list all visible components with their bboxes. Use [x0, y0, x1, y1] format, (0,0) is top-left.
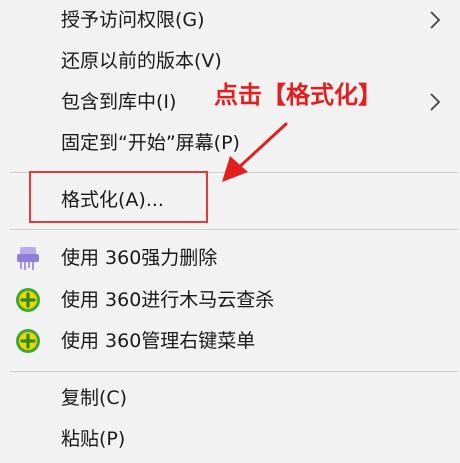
menu-item-label: 粘贴(P): [61, 428, 126, 450]
menu-item-label: 复制(C): [61, 387, 128, 409]
annotation-arrow-icon: [214, 118, 294, 188]
menu-item-360-force-delete[interactable]: 使用 360强力删除: [0, 238, 460, 278]
menu-separator: [10, 371, 458, 372]
menu-item-copy[interactable]: 复制(C): [0, 378, 460, 418]
menu-separator: [10, 229, 458, 230]
chevron-right-icon: [428, 8, 442, 32]
menu-item-grant-access[interactable]: 授予访问权限(G): [0, 0, 460, 40]
menu-item-restore-previous-versions[interactable]: 还原以前的版本(V): [0, 41, 460, 81]
menu-item-360-trojan-scan[interactable]: 使用 360进行木马云查杀: [0, 280, 460, 320]
menu-item-label: 使用 360强力删除: [61, 247, 218, 269]
menu-item-paste[interactable]: 粘贴(P): [0, 419, 460, 459]
360-plus-icon: [14, 286, 42, 314]
menu-item-label: 还原以前的版本(V): [61, 50, 222, 72]
context-menu: 授予访问权限(G) 还原以前的版本(V) 包含到库中(I) 固定到“开始”屏幕(…: [0, 0, 460, 463]
format-highlight-box: [29, 171, 208, 223]
menu-item-label: 使用 360进行木马云查杀: [61, 289, 275, 311]
menu-item-label: 授予访问权限(G): [61, 9, 205, 31]
menu-item-360-manage-context-menu[interactable]: 使用 360管理右键菜单: [0, 321, 460, 361]
menu-item-label: 使用 360管理右键菜单: [61, 330, 256, 352]
menu-item-label: 包含到库中(I): [61, 91, 177, 113]
shredder-icon: [14, 244, 42, 272]
chevron-right-icon: [428, 90, 442, 114]
360-plus-icon: [14, 327, 42, 355]
annotation-label: 点击【格式化】: [214, 81, 382, 109]
